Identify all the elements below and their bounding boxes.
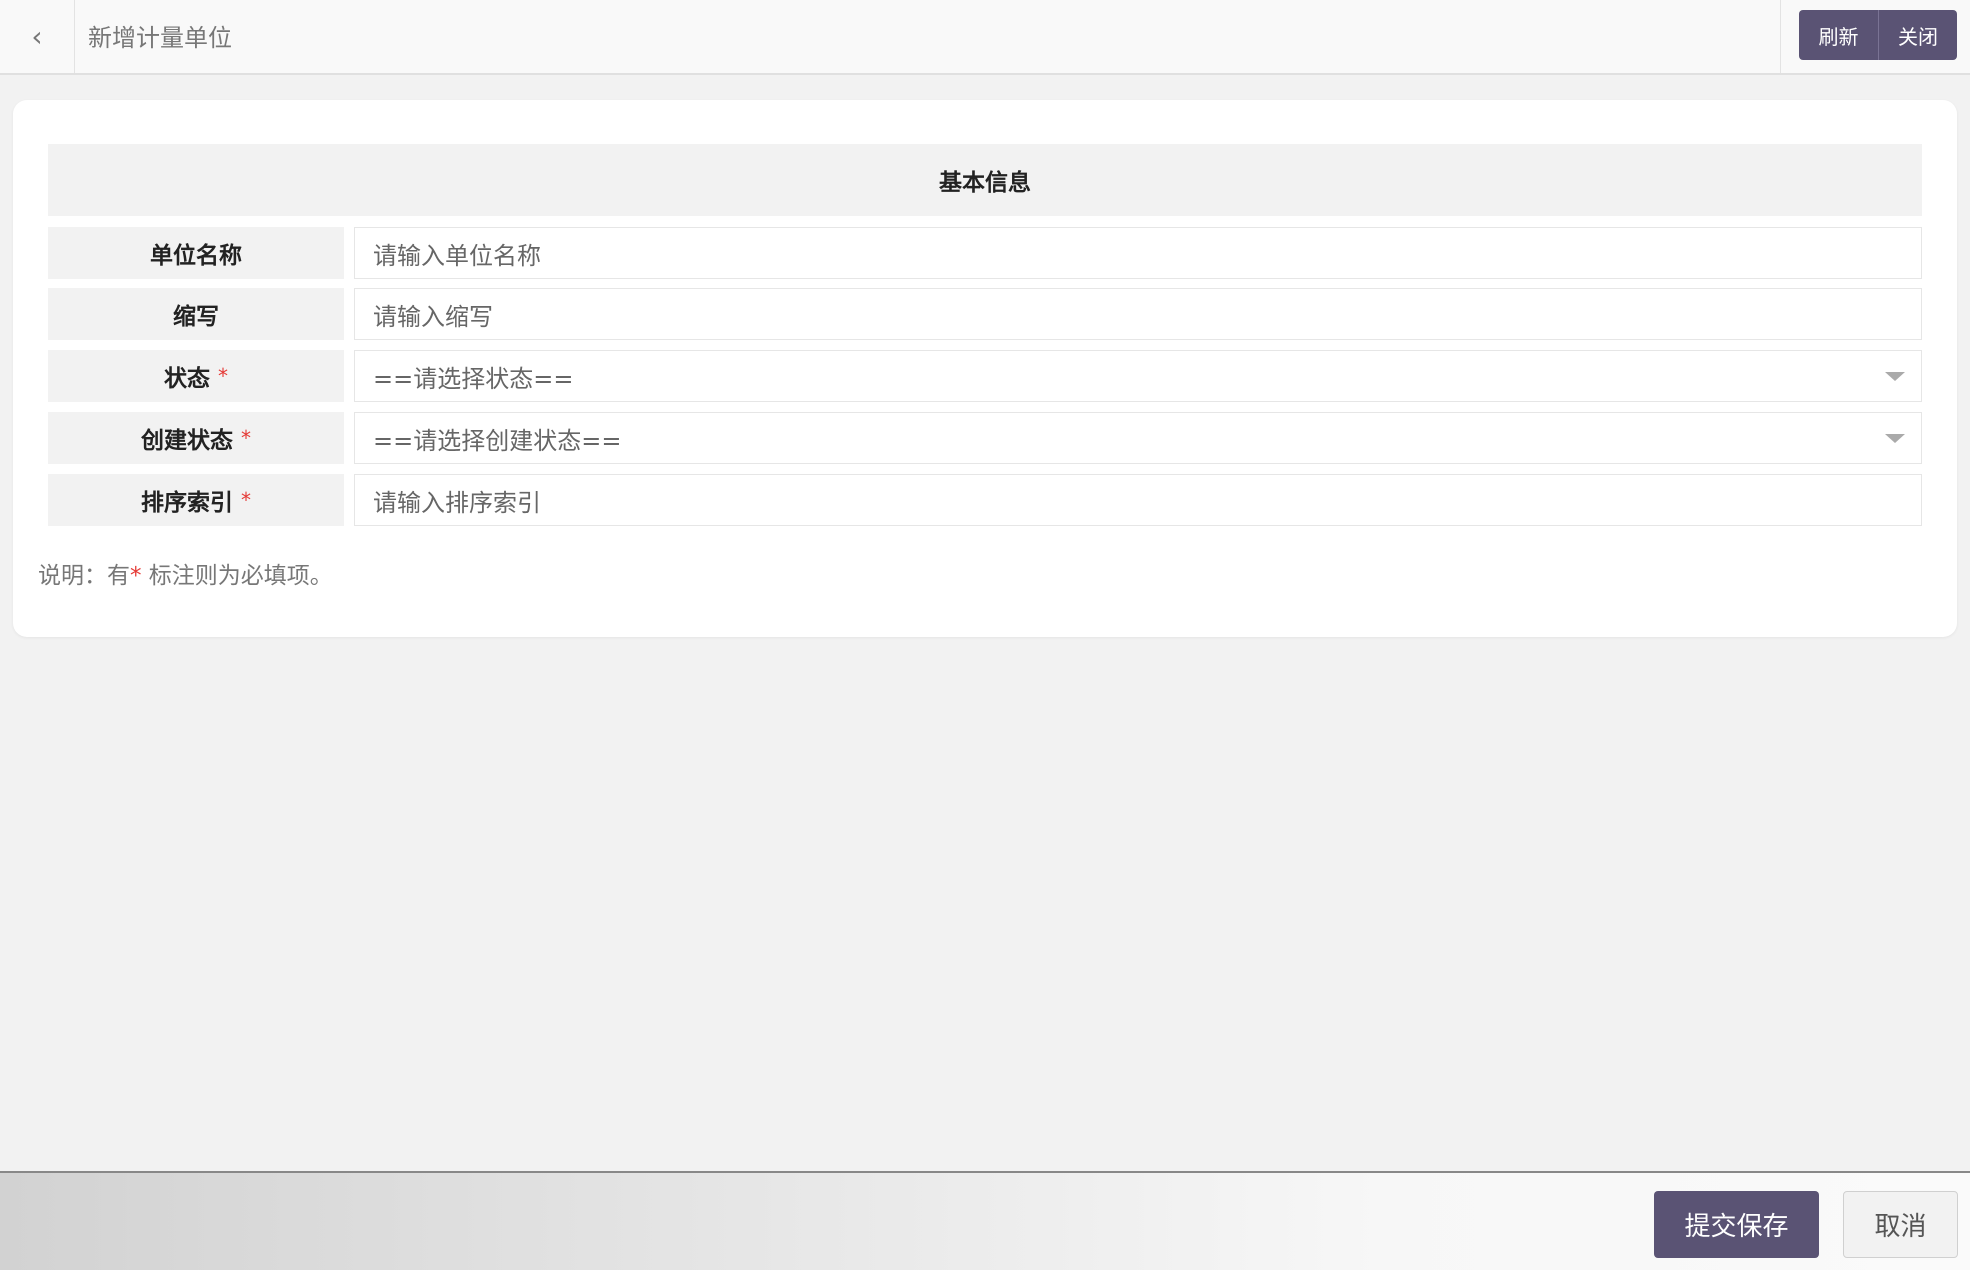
field-label: 单位名称 [48,227,344,279]
section-title: 基本信息 [48,144,1922,216]
required-mark: * [218,364,228,388]
label-text: 缩写 [173,304,219,330]
unit-name-input[interactable]: 请输入单位名称 [354,227,1922,279]
label-text: 单位名称 [150,243,242,269]
required-mark: * [241,426,251,450]
caret-down-icon [1885,434,1905,443]
cancel-button[interactable]: 取消 [1843,1191,1958,1258]
top-bar: ‹ 新增计量单位 刷新 关闭 [0,0,1970,75]
required-mark: * [241,488,251,512]
select-value: ==请选择状态== [373,364,574,393]
field-label: 状态 * [48,350,344,402]
close-button[interactable]: 关闭 [1878,10,1957,60]
refresh-button[interactable]: 刷新 [1799,10,1878,60]
note-suffix: 标注则为必填项。 [141,563,333,589]
field-unit-name: 单位名称 请输入单位名称 [48,227,1922,279]
required-mark: * [130,563,142,589]
field-label: 创建状态 * [48,412,344,464]
label-text: 创建状态 [141,428,233,454]
chevron-left-icon: ‹ [31,20,43,53]
required-note: 说明：有* 标注则为必填项。 [38,556,333,590]
form-card: 基本信息 单位名称 请输入单位名称 缩写 请输入缩写 状态 * ==请选择状态==… [13,100,1957,637]
field-status: 状态 * ==请选择状态== [48,350,1922,402]
note-prefix: 说明：有 [38,563,130,589]
field-label: 排序索引 * [48,474,344,526]
caret-down-icon [1885,372,1905,381]
label-text: 排序索引 [141,490,233,516]
divider [1780,0,1781,73]
abbreviation-input[interactable]: 请输入缩写 [354,288,1922,340]
create-status-select[interactable]: ==请选择创建状态== [354,412,1922,464]
status-select[interactable]: ==请选择状态== [354,350,1922,402]
label-text: 状态 [164,366,210,392]
submit-save-button[interactable]: 提交保存 [1654,1191,1819,1258]
field-abbreviation: 缩写 请输入缩写 [48,288,1922,340]
page-title: 新增计量单位 [88,24,232,52]
field-create-status: 创建状态 * ==请选择创建状态== [48,412,1922,464]
field-label: 缩写 [48,288,344,340]
sort-index-input[interactable]: 请输入排序索引 [354,474,1922,526]
footer-bar: 提交保存 取消 [0,1171,1970,1270]
field-sort-index: 排序索引 * 请输入排序索引 [48,474,1922,526]
back-button[interactable]: ‹ [0,0,75,73]
select-value: ==请选择创建状态== [373,426,622,455]
header-button-group: 刷新 关闭 [1799,10,1957,60]
